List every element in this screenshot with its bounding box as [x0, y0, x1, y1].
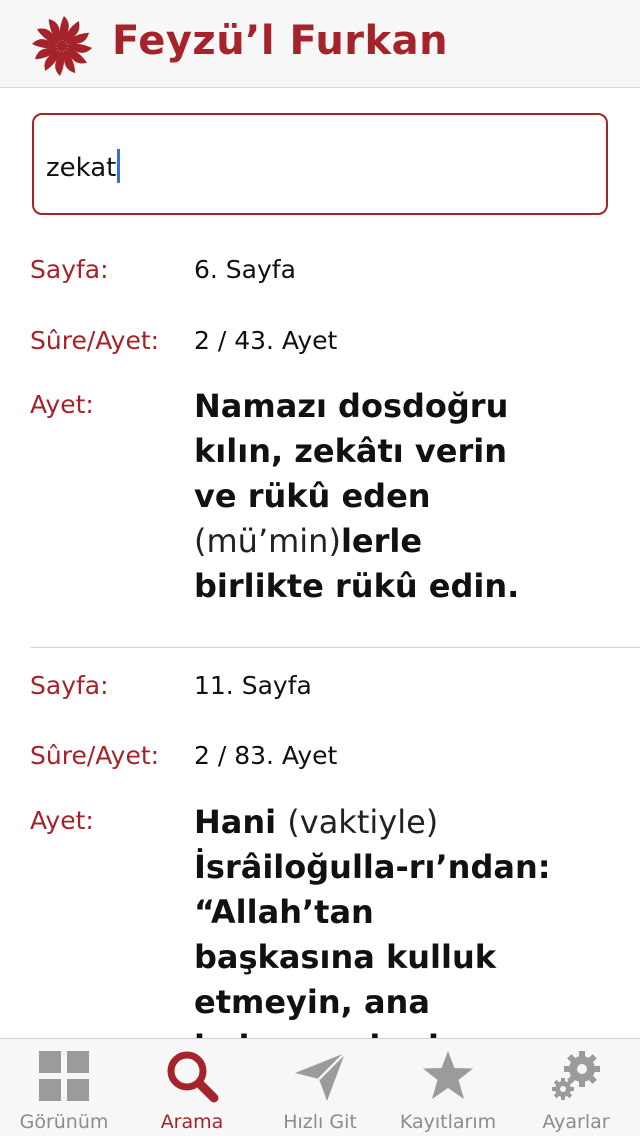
tab-label: Kayıtlarım	[399, 1111, 497, 1133]
sure-ayet-value: 2 / 83. Ayet	[194, 741, 338, 770]
tab-arama[interactable]: Arama	[128, 1039, 256, 1137]
ayet-text-part: Hani	[194, 803, 288, 841]
sure-ayet-label: Sûre/Ayet:	[30, 326, 160, 355]
text-caret	[117, 149, 121, 183]
tab-label: Hızlı Git	[283, 1111, 357, 1133]
sure-ayet-label: Sûre/Ayet:	[30, 741, 160, 770]
sayfa-value: 6. Sayfa	[194, 255, 296, 284]
ayet-text: Hani (vaktiyle) İsrâiloğulla-rı’ndan: “A…	[194, 800, 554, 1038]
search-icon	[167, 1051, 219, 1103]
ayet-text-part: Namazı dosdoğru kılın, zekâtı verin ve r…	[194, 387, 509, 515]
paper-plane-icon	[295, 1052, 346, 1101]
sayfa-label: Sayfa:	[30, 255, 109, 284]
tab-hizli-git[interactable]: Hızlı Git	[256, 1039, 384, 1137]
grid-icon	[39, 1051, 89, 1101]
ayet-text-part: İsrâiloğulla-rı’ndan: “Allah’tan başkası…	[194, 848, 551, 1038]
star-icon	[423, 1051, 473, 1099]
ayet-text: Namazı dosdoğru kılın, zekâtı verin ve r…	[194, 384, 554, 609]
sure-ayet-value: 2 / 43. Ayet	[194, 326, 338, 355]
result-divider	[30, 647, 640, 648]
sayfa-value: 11. Sayfa	[194, 671, 312, 700]
ayet-label: Ayet:	[30, 390, 94, 419]
gears-icon	[552, 1051, 600, 1100]
app-header: Feyzü’l Furkan	[0, 0, 640, 88]
tab-ayarlar[interactable]: Ayarlar	[512, 1039, 640, 1137]
search-input[interactable]: zekat	[32, 113, 608, 215]
search-results-area[interactable]: zekat Sayfa: 6. Sayfa Sûre/Ayet: 2 / 43.…	[0, 88, 640, 1038]
ayet-label: Ayet:	[30, 806, 94, 835]
tab-kayitlarim[interactable]: Kayıtlarım	[384, 1039, 512, 1137]
tab-label: Görünüm	[19, 1111, 109, 1133]
search-query-text[interactable]: zekat	[46, 153, 116, 183]
app-title: Feyzü’l Furkan	[112, 18, 449, 64]
ayet-text-part: (vaktiyle)	[287, 803, 439, 841]
tab-label: Ayarlar	[542, 1111, 610, 1133]
tab-label: Arama	[160, 1111, 224, 1133]
sayfa-label: Sayfa:	[30, 671, 109, 700]
logo-icon	[32, 16, 92, 76]
tab-gorunum[interactable]: Görünüm	[0, 1039, 128, 1137]
ayet-text-part: (mü’min)	[194, 522, 341, 560]
tab-bar: Görünüm Arama Hızlı Git Kayıtlarım Ayarl…	[0, 1038, 640, 1136]
